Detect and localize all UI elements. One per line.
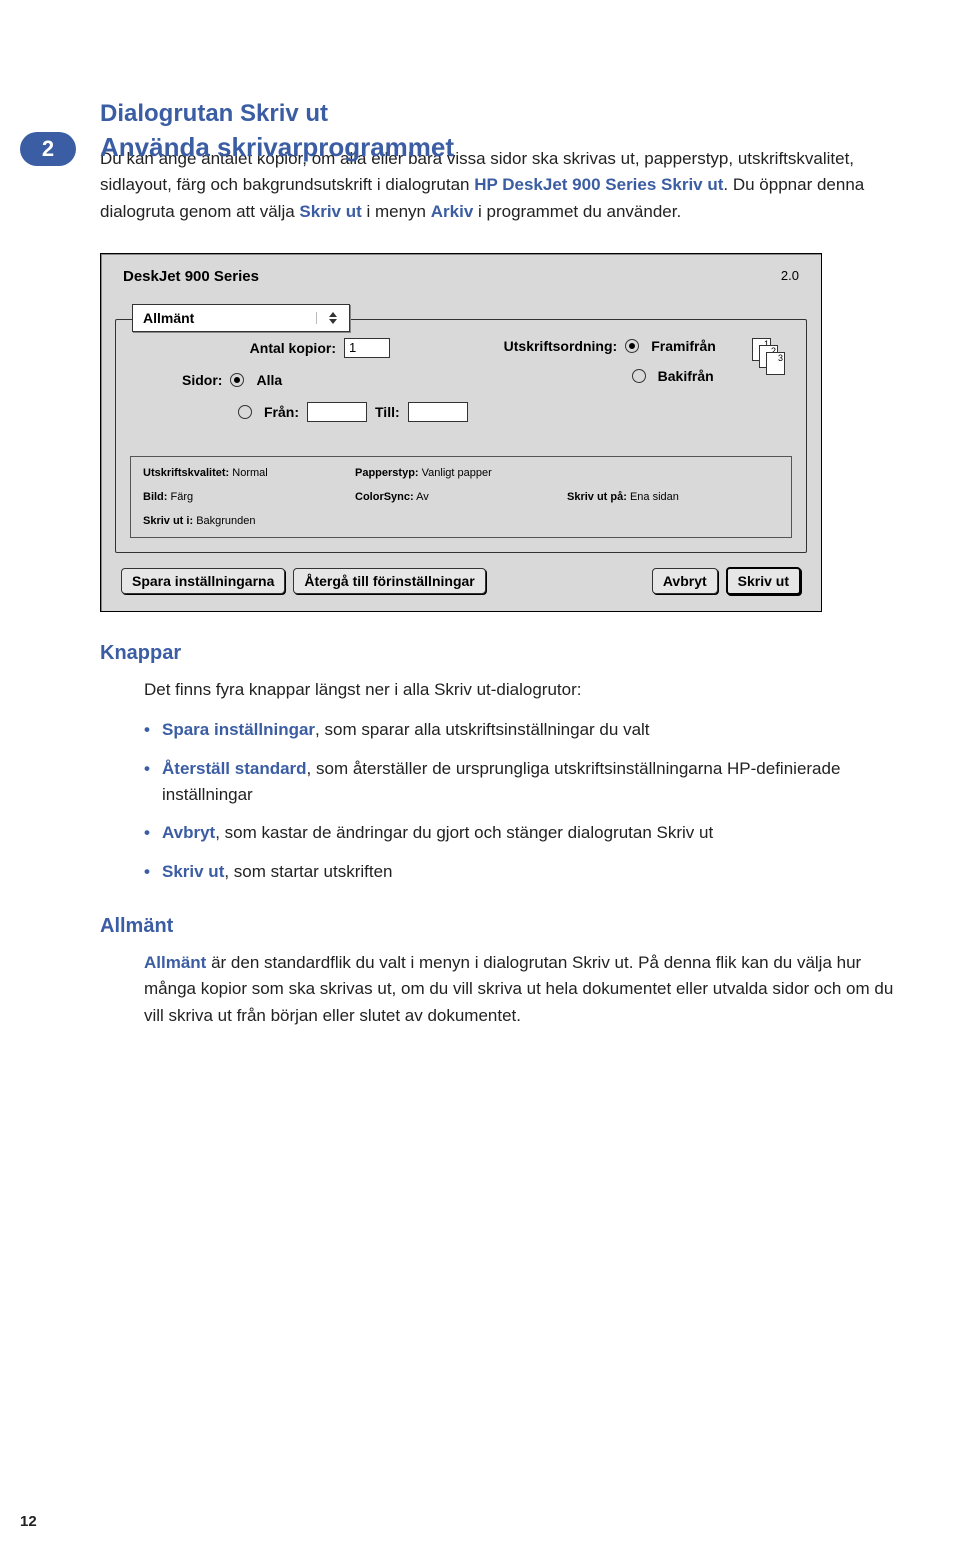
allmant-bold: Allmänt — [144, 953, 206, 972]
allmant-title: Allmänt — [100, 915, 900, 938]
product-name: HP DeskJet 900 Series Skriv ut — [474, 175, 723, 194]
intro-mid2: i menyn — [362, 202, 431, 221]
copies-input[interactable]: 1 — [344, 338, 390, 358]
order-front-label: Framifrån — [651, 338, 716, 354]
page-order-icon: 1 2 3 — [752, 338, 792, 378]
info-image-value: Färg — [171, 491, 194, 503]
allmant-body: Allmänt är den standardflik du valt i me… — [144, 950, 900, 1029]
pages-label: Sidor: — [182, 372, 222, 388]
info-side-value: Ena sidan — [630, 491, 679, 503]
order-front-radio[interactable] — [625, 339, 639, 353]
order-back-radio[interactable] — [632, 369, 646, 383]
panel-selector[interactable]: Allmänt — [132, 304, 350, 332]
pages-from-input[interactable] — [307, 402, 367, 422]
bullet-bold: Återställ standard — [162, 759, 307, 778]
restore-defaults-button[interactable]: Återgå till förinställningar — [293, 568, 485, 594]
save-settings-button[interactable]: Spara inställningarna — [121, 568, 285, 594]
bullet-bold: Spara inställningar — [162, 720, 315, 739]
pages-from-radio[interactable] — [238, 405, 252, 419]
allmant-text: är den standardflik du valt i menyn i di… — [144, 953, 893, 1025]
page-number: 12 — [20, 1513, 37, 1530]
print-button[interactable]: Skriv ut — [726, 567, 801, 595]
copies-label: Antal kopior: — [250, 340, 336, 356]
info-printin-label: Skriv ut i: — [143, 515, 193, 527]
section-title: Dialogrutan Skriv ut — [100, 100, 900, 128]
updown-icon — [316, 312, 343, 324]
dialog-title: DeskJet 900 Series — [123, 268, 259, 285]
info-quality-value: Normal — [232, 467, 267, 479]
pages-all-label: Alla — [256, 372, 282, 388]
bullet-rest: , som startar utskriften — [224, 862, 392, 881]
info-printin-value: Bakgrunden — [196, 515, 255, 527]
panel-selector-label: Allmänt — [143, 310, 194, 326]
cancel-button[interactable]: Avbryt — [652, 568, 718, 594]
dialog-version: 2.0 — [781, 268, 799, 285]
bullet-bold: Avbryt — [162, 823, 215, 842]
bullet-bold: Skriv ut — [162, 862, 224, 881]
order-label: Utskriftsordning: — [504, 338, 618, 354]
info-paper-label: Papperstyp: — [355, 467, 419, 479]
chapter-title: Använda skrivarprogrammet — [100, 132, 454, 163]
chapter-badge: 2 — [20, 132, 76, 166]
menu-name: Arkiv — [431, 202, 474, 221]
info-image-label: Bild: — [143, 491, 167, 503]
dialog-group: Allmänt Antal kopior: 1 Sidor: — [115, 319, 807, 553]
info-grid: Utskriftskvalitet: Normal Papperstyp: Va… — [130, 456, 792, 538]
bullet-rest: , som sparar alla utskriftsinställningar… — [315, 720, 649, 739]
pages-all-radio[interactable] — [230, 373, 244, 387]
info-paper-value: Vanligt papper — [422, 467, 492, 479]
knappar-lead: Det finns fyra knappar längst ner i alla… — [144, 677, 900, 703]
list-item: Avbryt, som kastar de ändringar du gjort… — [144, 820, 900, 846]
list-item: Spara inställningar, som sparar alla uts… — [144, 717, 900, 743]
info-colorsync-value: Av — [416, 491, 429, 503]
pages-from-label: Från: — [264, 404, 299, 420]
command-name: Skriv ut — [299, 202, 361, 221]
list-item: Återställ standard, som återställer de u… — [144, 756, 900, 809]
pages-to-input[interactable] — [408, 402, 468, 422]
order-back-label: Bakifrån — [658, 368, 714, 384]
bullet-rest: , som kastar de ändringar du gjort och s… — [215, 823, 713, 842]
knappar-title: Knappar — [100, 642, 900, 665]
info-colorsync-label: ColorSync: — [355, 491, 414, 503]
info-quality-label: Utskriftskvalitet: — [143, 467, 229, 479]
print-dialog: DeskJet 900 Series 2.0 Allmänt Antal kop… — [100, 253, 822, 612]
list-item: Skriv ut, som startar utskriften — [144, 859, 900, 885]
info-side-label: Skriv ut på: — [567, 491, 627, 503]
intro-tail: i programmet du använder. — [473, 202, 681, 221]
knappar-list: Spara inställningar, som sparar alla uts… — [144, 717, 900, 885]
pages-to-label: Till: — [375, 404, 400, 420]
